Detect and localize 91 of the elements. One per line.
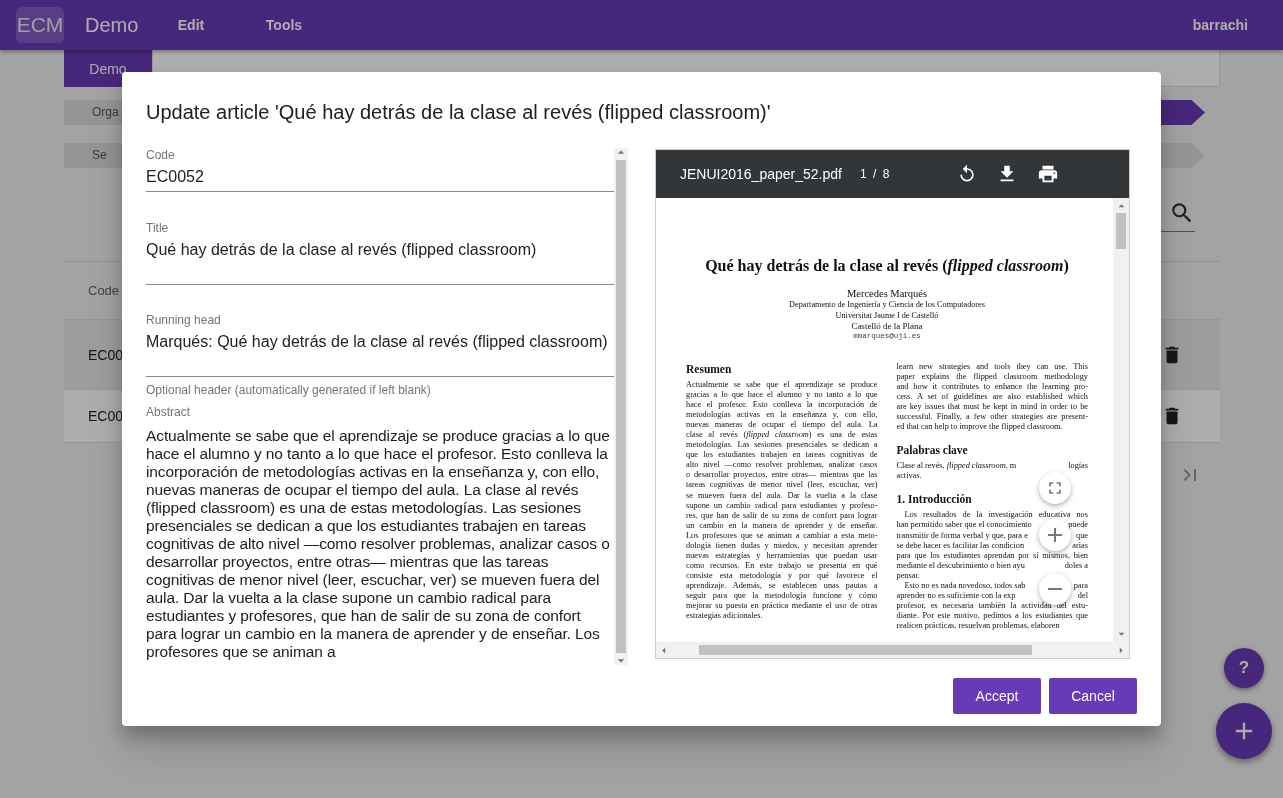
pdf-text-line: dología tienen dudas y miedos, y necesitan aprender [686, 540, 878, 551]
pdf-text-line: pensar. [896, 570, 921, 581]
pdf-text-line: arias [1072, 540, 1088, 551]
pdf-text-line: como recursos. En este trabajo se presenta en qué [686, 560, 878, 571]
pdf-text-line: successful. Finally, a few other strategies are present- [896, 412, 1088, 423]
pdf-text-line: han permitido saber que el conocimiento [896, 520, 1032, 531]
dialog-title: Update article 'Qué hay detrás de la clase al revés (flipped classroom)' [146, 100, 772, 125]
pdf-text-line: paper explains the flipped classroom methodology [896, 372, 1088, 383]
pdf-text-line: transmitir de forma verbal y que, para e [896, 530, 1028, 541]
field-label: Title [146, 221, 170, 235]
menu-button[interactable]: Edit [147, 17, 235, 33]
pdf-text-line: metodologías activas en la enseñanza y, con ello, [686, 410, 878, 421]
zoom-in-icon [1048, 528, 1062, 542]
abstract-field[interactable]: Actualmente se sabe que el aprendizaje se produce gracias a lo que hace el alumno y no tanto a lo que hace el profesor. Esto conlleva la incorporación de metodologías activas en la enseñanza y, con ello, nuevas maneras de ocupar el tiempo del aula. La clase al revés (flipped classroom) es una de estas metodologías. Las sesiones presenciales se dedican a que los estudiantes trabajen en tareas cognitivas de alto nivel —como resolver problemas, analizar casos o desarrollar proyectos, entre otras— mientras que las tareas cognitivas de menor nivel (leer, escuchar, ver) se mueven fuera del aula. Dar la vuelta a la clase supone un cambio radical para estudiantes y profesores, que han de salir de su zona de confort para lograr un cambio en la manera de aprender y de enseñar. Los profesores que se animan a [146, 419, 614, 661]
pdf-text-line: gracias a lo que hace el alumno y no tanto a lo que [686, 390, 878, 401]
pdf-text-line: learn new strategies and tools they can use. This [896, 362, 1088, 373]
pdf-text-line: mejorar su puesta en práctica mediante el uso de otras [686, 601, 878, 612]
scrollbar-thumb[interactable] [699, 645, 1032, 655]
scrollbar[interactable] [614, 148, 628, 665]
pdf-text-line: doles a [1064, 560, 1088, 571]
pdf-text-line: res, que han de salir de su zona de confort para lograr [686, 510, 878, 521]
step-chip[interactable]: Orga [64, 100, 122, 125]
pdf-text-line: Esto no es nada novedoso, todos sab [904, 580, 1026, 591]
pdf-text-line: o desarrollar proyectos, entre otras— mientras que las [686, 470, 878, 481]
pdf-heading: Resumen [686, 362, 733, 376]
pdf-text-line: alto nivel —como resolver problemas, analizar casos [686, 460, 878, 471]
text-area-field[interactable]: Marqués: Qué hay detrás de la clase al revés (flipped classroom) [146, 327, 614, 377]
pdf-text-line: Actualmente se sabe que el aprendizaje se produce [686, 380, 878, 391]
pdf-author: Mercedes Marqués [845, 288, 929, 299]
pdf-text-line: seguir para que la metodología funcione y cómo [686, 591, 878, 602]
field-label: Abstract [146, 405, 191, 419]
scrollbar-thumb[interactable] [1116, 213, 1126, 249]
pdf-text-line: metodologías. Las sesiones presenciales se dedican a [686, 440, 878, 451]
pdf-text-line: estrategias adicionales. [686, 611, 764, 622]
print-icon[interactable] [1037, 163, 1059, 185]
table-cell: EC00 [88, 408, 124, 424]
table-cell: EC00 [88, 346, 124, 363]
pdf-text-line: mediante el descubrimiento o bien ayu [896, 560, 1025, 571]
pdf-text-line: aprendizaje. Además, se establecen unas pautas a [686, 580, 878, 591]
rotate-icon[interactable] [957, 164, 977, 184]
pdf-text-line: logías [1068, 461, 1088, 472]
pdf-affiliation: Universitat Jaume I de Castelló [834, 310, 940, 321]
pdf-text-line: are key issues that must be kept in mind in order to be [896, 402, 1088, 413]
pdf-text-line: diante. Por este motivo, pedimos a los estudiantes que [896, 610, 1088, 621]
pdf-affiliation: Castelló de la Plana [850, 321, 924, 332]
cancel-button[interactable]: Cancel [1049, 678, 1137, 714]
pdf-text-line: un cambio en la manera de aprender y de enseñar. [686, 520, 878, 531]
pdf-text-line: hace el profesor. Esto conlleva la incorporación de [686, 400, 878, 411]
pdf-text-line: consiste esta metodología y por qué favorece el [686, 570, 878, 581]
add-button[interactable] [1216, 703, 1272, 759]
pdf-text-line: Los profesores que se animan a cambiar a esta meto- [686, 530, 878, 541]
pdf-text-line: activas. [896, 471, 923, 482]
pdf-heading: 1. Introducción [896, 492, 973, 507]
fit-screen-button[interactable] [1039, 472, 1071, 504]
pdf-text-line: que los estudiantes trabajen en tareas cognitivas de [686, 450, 878, 461]
pdf-text-line: realicen prácticas, resuelvan problemas, elaboren [896, 620, 1061, 631]
step-chip[interactable]: Se [64, 143, 122, 168]
pdf-text-line: para que los estudiantes aprendan por sí mismos, bien [896, 550, 1088, 561]
pdf-affiliation: Departamento de Ingeniería y Ciencia de los Computadores [788, 299, 986, 310]
pdf-text-line: cess. A set of guidelines are also established which [896, 392, 1088, 403]
field-label: Code [146, 148, 176, 162]
file-name: JENUI2016_paper_52.pdf [680, 166, 843, 182]
pdf-text-line: ed that can help to improve the flipped classroom. [896, 422, 1064, 433]
pdf-title: Qué hay detrás de la clase al revés (flipped classroom) [704, 256, 1070, 276]
pdf-text-line: se mueven fuera del aula. Dar la vuelta a la clase [686, 490, 878, 501]
pdf-text-line: para [1073, 580, 1088, 591]
input-field[interactable]: EC0052 [146, 162, 614, 192]
pdf-text-line: que [1076, 530, 1088, 541]
field-hint: Optional header (automatically generated if left blank) [146, 383, 432, 397]
pdf-heading: Palabras clave [896, 443, 969, 458]
menu-button[interactable]: Tools [240, 17, 328, 33]
pdf-text-line: nuevas maneras de ocupar el tiempo del aula. La [686, 420, 878, 431]
pdf-text-line: Clase al revés, flipped classroom, m [896, 461, 1017, 472]
app-title: Demo [85, 13, 140, 37]
pdf-text-line: Los resultados de la investigación educativa nos [903, 510, 1088, 521]
pdf-text-line: puede [1068, 520, 1088, 531]
column-header: Code [88, 283, 120, 298]
user-name[interactable]: barrachi [1192, 17, 1248, 33]
page-indicator: 1 / 8 [860, 167, 891, 181]
pdf-text-line: del [1077, 590, 1088, 601]
help-button[interactable]: ? [1224, 648, 1264, 688]
pdf-text-line: supone un cambio radical para estudiantes y profeso- [686, 500, 878, 511]
field-label: Running head [146, 313, 222, 327]
accept-button[interactable]: Accept [953, 678, 1041, 714]
pdf-text-line: aprender no es suficiente con la exp [896, 590, 1016, 601]
pdf-text-line: nuevas estrategias y herramientas que puedan usar [686, 550, 878, 561]
pdf-text-line: tareas cognitivas de menor nivel (leer, escuchar, ver) [686, 480, 878, 491]
pdf-text-line: clase al revés (flipped classroom) es una de estas [686, 430, 878, 441]
pdf-text-line: and how it contributes to enhance the learning pro- [896, 382, 1088, 393]
text-area-field[interactable]: Qué hay detrás de la clase al revés (flipped classroom) [146, 235, 614, 285]
pdf-text-line: se debe hacer es facilitar las condicion [896, 540, 1025, 551]
